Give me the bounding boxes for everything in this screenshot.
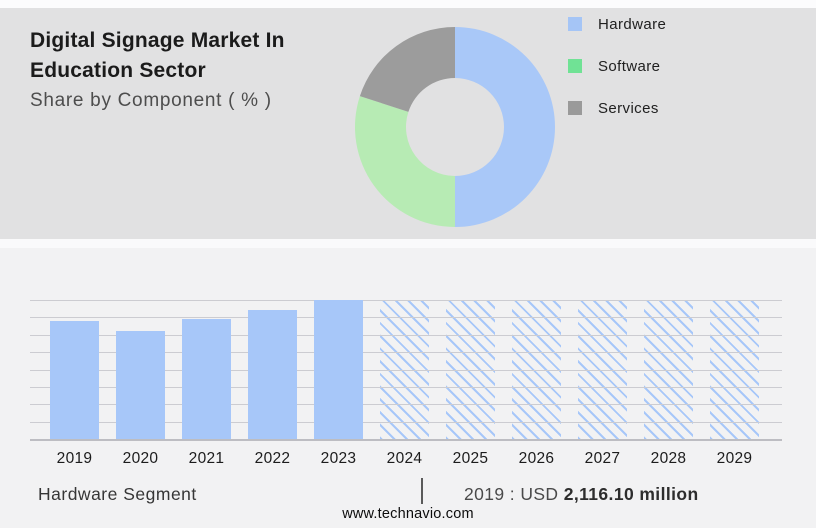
chart-subtitle: Share by Component ( % )	[30, 90, 272, 111]
x-axis-label-2019: 2019	[56, 450, 93, 467]
website-link: www.technavio.com	[342, 506, 474, 522]
footer-value: 2019 : USD 2,116.10 million	[464, 484, 699, 505]
x-axis-label-2026: 2026	[518, 450, 555, 467]
gridline	[30, 317, 782, 319]
section-divider-band	[0, 239, 816, 248]
legend-item-software: Software	[568, 57, 666, 75]
title-line-1: Digital Signage Market In	[30, 29, 285, 52]
bar-2021	[182, 319, 231, 439]
legend-swatch-icon	[568, 101, 582, 115]
top-margin-strip	[0, 0, 816, 8]
legend-item-hardware: Hardware	[568, 15, 667, 33]
bar-2023	[314, 300, 363, 439]
footer-separator	[421, 478, 423, 504]
footer-value-prefix: 2019 : USD	[464, 484, 559, 504]
x-axis-label-2020: 2020	[122, 450, 159, 467]
x-axis-baseline	[30, 439, 782, 441]
donut-slice-services	[359, 26, 455, 112]
donut-slice-hardware	[455, 27, 555, 227]
gridline	[30, 300, 782, 301]
page-title: Digital Signage Market In Education Sect…	[30, 26, 285, 86]
bar-2019	[50, 321, 99, 439]
legend-swatch-icon	[568, 59, 582, 73]
x-axis-label-2021: 2021	[188, 450, 225, 467]
legend-swatch-icon	[568, 17, 582, 31]
legend-label: Services	[598, 99, 659, 117]
x-axis-label-2027: 2027	[584, 450, 621, 467]
x-axis-label-2023: 2023	[320, 450, 357, 467]
x-axis-label-2024: 2024	[386, 450, 423, 467]
x-axis-label-2029: 2029	[716, 450, 753, 467]
bar-2022	[248, 310, 297, 439]
segment-label: Hardware Segment	[38, 484, 197, 504]
bar-2020	[116, 331, 165, 439]
donut-chart	[354, 26, 555, 227]
x-axis-label-2028: 2028	[650, 450, 687, 467]
x-axis-label-2025: 2025	[452, 450, 489, 467]
legend-label: Hardware	[598, 15, 667, 33]
legend-item-services: Services	[568, 99, 666, 117]
infographic-page: Digital Signage Market In Education Sect…	[0, 0, 816, 528]
title-line-2: Education Sector	[30, 59, 206, 82]
footer-value-amount: 2,116.10 million	[563, 484, 699, 504]
donut-slice-software	[354, 96, 455, 227]
donut-legend: Hardware Software Services	[568, 16, 666, 142]
legend-label: Software	[598, 57, 661, 75]
x-axis-label-2022: 2022	[254, 450, 291, 467]
